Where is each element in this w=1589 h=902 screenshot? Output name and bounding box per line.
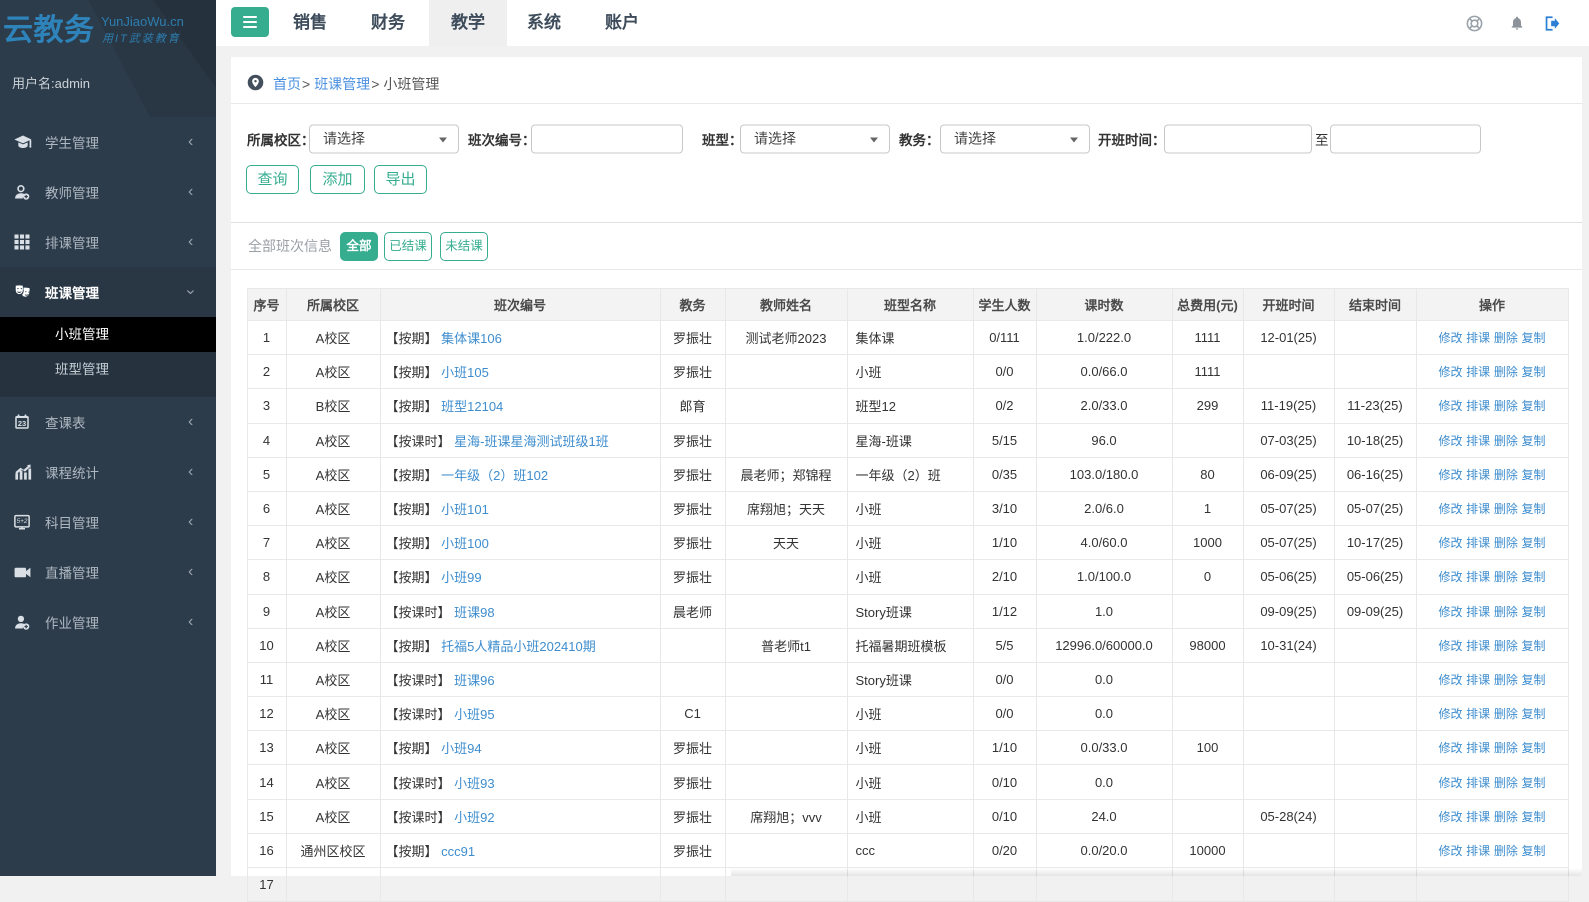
svg-text:5+2: 5+2 <box>17 518 28 525</box>
svg-text:23: 23 <box>18 419 26 428</box>
